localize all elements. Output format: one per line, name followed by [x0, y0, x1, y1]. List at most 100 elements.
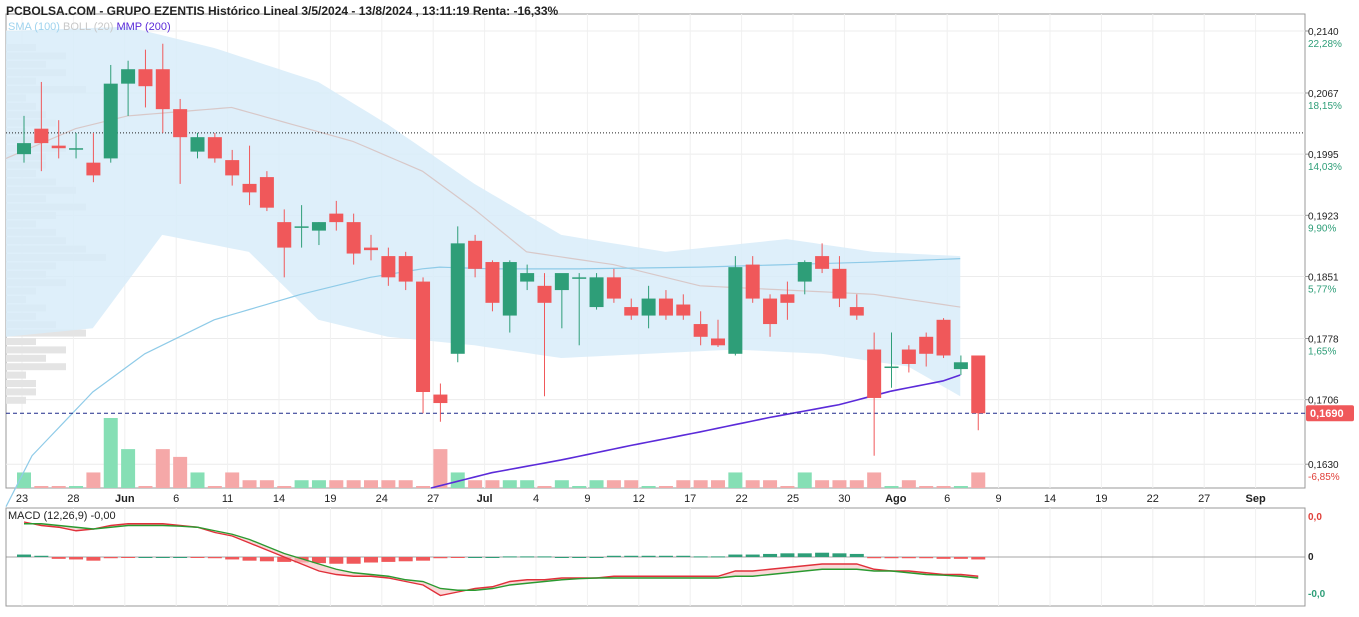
volume-bar [745, 480, 760, 488]
y-tick-pct-label: 9,90% [1308, 223, 1336, 234]
volume-bar [311, 480, 326, 488]
candle-body [69, 148, 84, 150]
candle-body [416, 281, 431, 393]
macd-histogram-bar [780, 553, 795, 557]
legend-mmp[interactable]: MMP (200) [116, 21, 170, 33]
macd-histogram-bar [520, 556, 535, 558]
macd-histogram-bar [242, 557, 257, 561]
volume-bar [103, 418, 118, 488]
legend-sma[interactable]: SMA (100) [8, 21, 60, 33]
volume-bar [641, 486, 656, 488]
macd-histogram-bar [728, 554, 743, 557]
volume-bar [589, 480, 604, 488]
macd-histogram-bar [971, 557, 986, 560]
candle-body [693, 324, 708, 337]
volume-bar [259, 480, 274, 488]
x-tick-label: 6 [173, 493, 179, 505]
candle-body [763, 298, 778, 325]
macd-histogram-bar [173, 557, 188, 558]
y-tick-label: 0,2140 [1308, 27, 1339, 38]
volume-profile-bar [6, 363, 66, 371]
x-tick-label: 19 [1095, 493, 1107, 505]
volume-bar [953, 486, 968, 488]
candle-body [311, 222, 326, 231]
macd-histogram-bar [502, 556, 517, 558]
candle-body [728, 267, 743, 354]
macd-histogram-bar [468, 557, 483, 558]
volume-bar [502, 480, 517, 488]
macd-histogram-bar [364, 557, 378, 563]
candle-body [797, 262, 812, 282]
macd-histogram-bar [207, 557, 222, 559]
macd-histogram-bar [69, 557, 84, 560]
candle-body [971, 355, 986, 414]
macd-title: MACD (12,26,9) [8, 510, 88, 522]
volume-bar [277, 486, 292, 488]
candle-body [121, 69, 136, 84]
y-tick-pct-label: 1,65% [1308, 346, 1336, 357]
legend-boll[interactable]: BOLL (20) [63, 21, 113, 33]
macd-histogram-bar [589, 557, 604, 558]
macd-histogram-bar [155, 557, 170, 558]
volume-bar [711, 480, 725, 488]
candle-body [884, 366, 899, 369]
macd-label: MACD (12,26,9) -0,00 [8, 510, 116, 522]
volume-profile-bar [6, 346, 66, 354]
volume-bar [849, 480, 864, 488]
macd-histogram-bar [537, 556, 552, 558]
candle-body [398, 256, 413, 282]
volume-bar [468, 480, 483, 488]
macd-y-tick-label: 0 [1308, 552, 1314, 563]
macd-histogram-bar [259, 557, 274, 562]
x-tick-label: Ago [885, 493, 907, 505]
y-tick-label: 0,1995 [1308, 150, 1339, 161]
volume-bar [763, 480, 778, 488]
indicator-legend: SMA (100) BOLL (20) MMP (200) [8, 21, 171, 33]
candle-body [502, 262, 517, 316]
x-tick-label: 17 [684, 493, 696, 505]
candle-body [815, 256, 830, 269]
macd-histogram-bar [641, 555, 656, 557]
candle-body [554, 273, 569, 291]
volume-bar [34, 486, 49, 488]
candle-body [450, 243, 465, 354]
candle-body [346, 222, 361, 254]
macd-histogram-bar [138, 557, 153, 558]
candle-body [86, 162, 101, 176]
candle-body [103, 83, 118, 159]
candle-body [953, 362, 968, 370]
macd-histogram-bar [17, 554, 31, 557]
x-tick-label: 28 [67, 493, 79, 505]
candle-body [745, 264, 760, 299]
candle-body [711, 338, 725, 346]
candle-body [520, 273, 535, 282]
candle-body [259, 177, 274, 208]
x-tick-label: Jun [115, 493, 135, 505]
volume-bar [138, 486, 153, 488]
candle-body [364, 247, 378, 251]
volume-bar [901, 480, 916, 488]
macd-histogram-bar [121, 557, 136, 558]
candle-body [51, 145, 66, 149]
y-tick-label: 0,1778 [1308, 334, 1339, 345]
macd-histogram-bar [450, 557, 465, 558]
y-tick-pct-label: 22,28% [1308, 39, 1342, 50]
candle-body [589, 277, 604, 308]
volume-bar [606, 480, 621, 488]
macd-histogram-bar [103, 557, 118, 559]
volume-bar [69, 486, 84, 488]
macd-histogram-bar [953, 557, 968, 559]
macd-histogram-bar [433, 557, 448, 559]
volume-bar [346, 480, 361, 488]
candle-body [433, 394, 448, 404]
macd-histogram-bar [797, 553, 812, 557]
volume-bar [693, 480, 708, 488]
macd-y-tick-label: 0,0 [1308, 512, 1322, 523]
volume-bar [433, 449, 448, 488]
x-tick-label: 11 [222, 493, 233, 505]
macd-histogram-bar [849, 553, 864, 557]
x-tick-label: Sep [1246, 493, 1266, 505]
volume-bar [919, 486, 934, 488]
candle-body [849, 307, 864, 316]
macd-histogram-bar [763, 553, 778, 557]
